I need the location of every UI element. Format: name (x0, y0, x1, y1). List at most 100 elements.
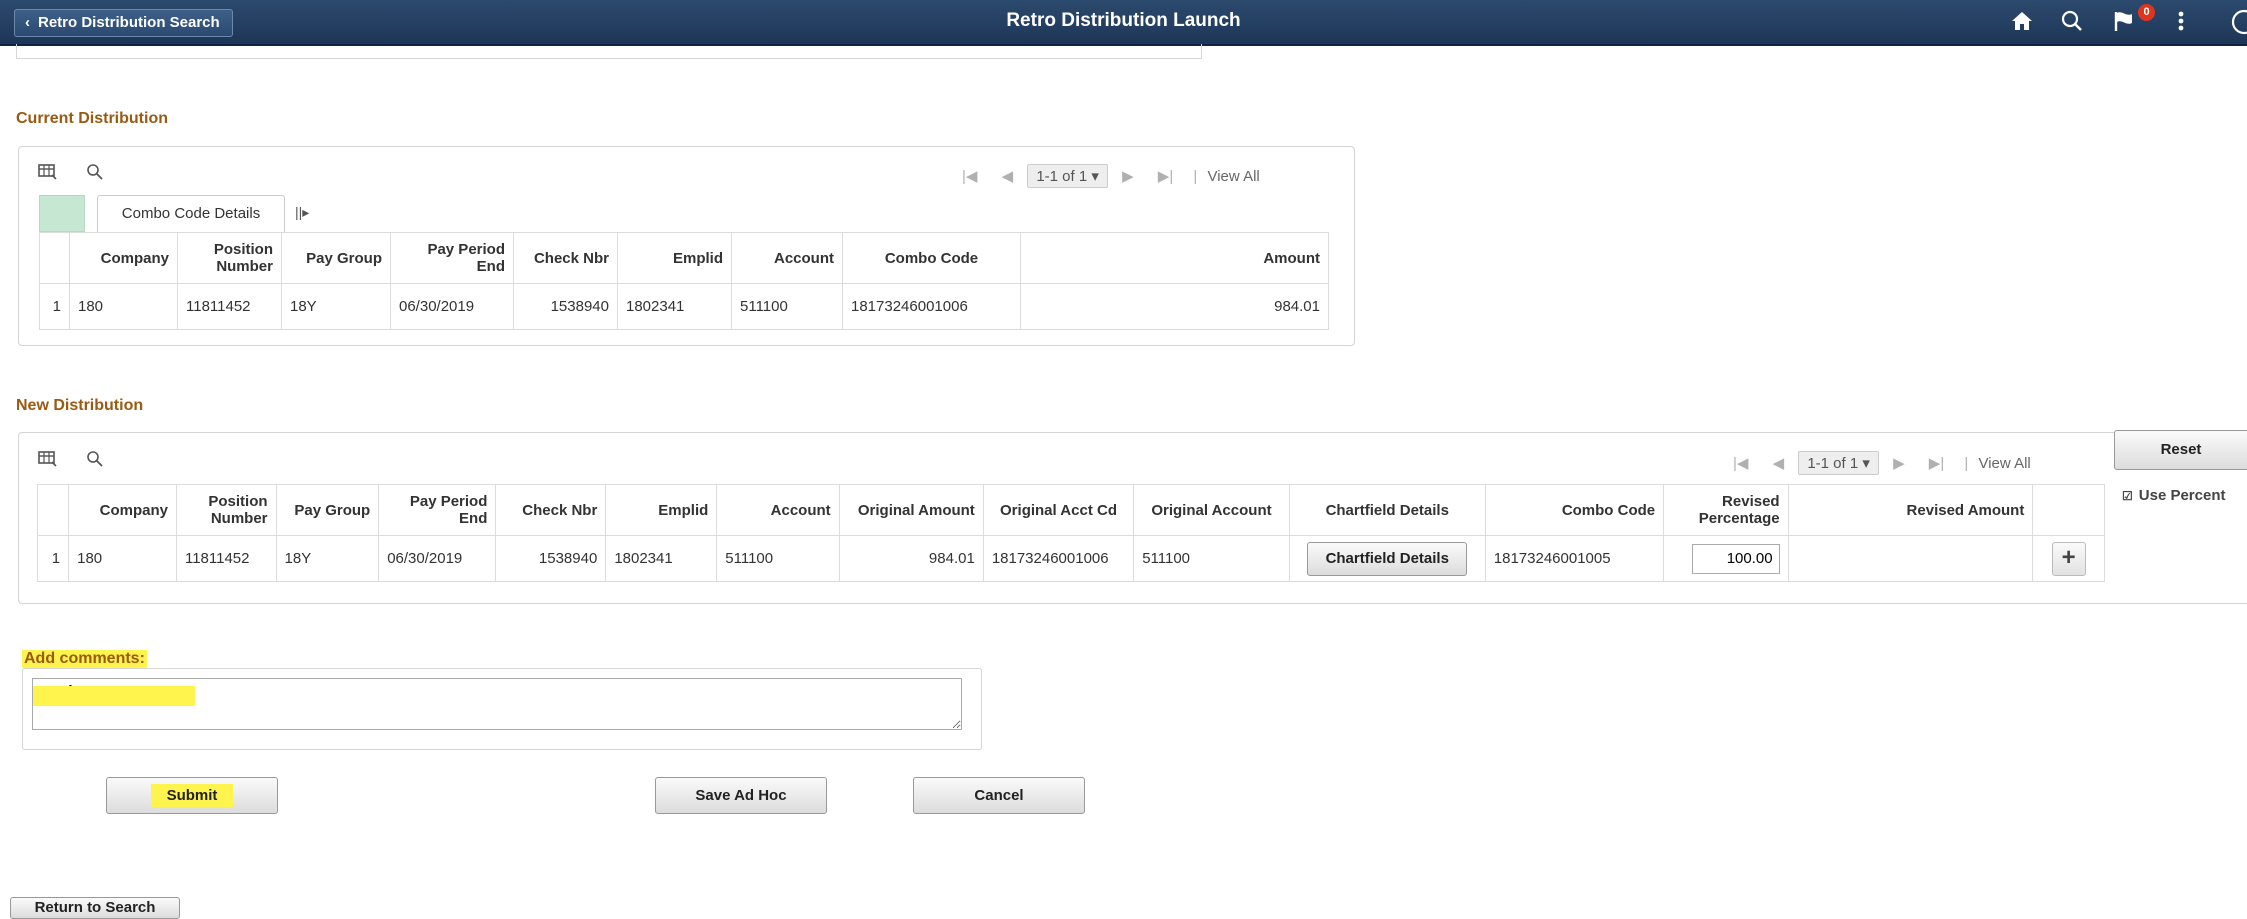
column-header[interactable]: Revised Amount (1787, 484, 2034, 536)
reset-button[interactable]: Reset (2114, 430, 2247, 470)
submit-button[interactable]: Submit (106, 777, 278, 814)
check-nbr-cell: 1538940 (513, 283, 618, 330)
chartfield-details-button[interactable]: Chartfield Details (1307, 541, 1468, 576)
current-distribution-table: Company Position Number Pay Group Pay Pe… (39, 232, 1329, 330)
company-cell: 180 (69, 283, 178, 330)
submit-button-label: Submit (150, 784, 234, 807)
column-header[interactable]: Account (731, 232, 843, 284)
pay-group-cell: 18Y (275, 535, 380, 582)
page-range-dropdown[interactable]: 1-1 of 1 ▾ (1027, 164, 1108, 188)
company-cell: 180 (68, 535, 177, 582)
comment-highlight (33, 686, 195, 706)
next-page-icon[interactable]: ▶ (1893, 455, 1905, 472)
account-cell: 511100 (731, 283, 843, 330)
notification-flag-icon[interactable] (2112, 9, 2138, 39)
navbar-icon[interactable] (2226, 9, 2247, 41)
table-row: 1 180 11811452 18Y 06/30/2019 1538940 18… (36, 535, 2105, 582)
tab-label: Combo Code Details (121, 205, 261, 222)
pay-period-end-cell: 06/30/2019 (390, 283, 514, 330)
revised-percentage-cell (1663, 535, 1789, 582)
column-header[interactable]: Original Acct Cd (982, 484, 1135, 536)
new-distribution-title: New Distribution (16, 397, 144, 414)
position-cell: 11811452 (175, 535, 277, 582)
find-grid-icon[interactable] (86, 450, 104, 473)
view-all-link[interactable]: View All (1207, 168, 1259, 185)
column-header[interactable]: Pay Group (275, 484, 380, 536)
checkbox-checked-icon[interactable]: ☑ (2122, 489, 2133, 503)
page-range-dropdown[interactable]: 1-1 of 1 ▾ (1798, 451, 1879, 475)
current-distribution-title: Current Distribution (16, 110, 168, 127)
save-ad-hoc-button[interactable]: Save Ad Hoc (655, 777, 827, 814)
amount-cell: 984.01 (1020, 283, 1329, 330)
page-title: Retro Distribution Launch (1006, 10, 1241, 31)
column-header[interactable]: Chartfield Details (1288, 484, 1486, 536)
position-cell: 11811452 (177, 283, 282, 330)
notification-count-badge: 0 (2138, 4, 2155, 21)
view-all-link[interactable]: View All (1978, 455, 2030, 472)
last-page-icon[interactable]: ▶| (1158, 168, 1173, 185)
combo-code-cell: 18173246001005 (1484, 535, 1665, 582)
column-header[interactable]: Pay Period End (390, 232, 514, 284)
emplid-cell: 1802341 (605, 535, 718, 582)
use-percent-label: Use Percent (2138, 487, 2226, 504)
cancel-button[interactable]: Cancel (913, 777, 1085, 814)
column-header[interactable]: Pay Group (281, 232, 391, 284)
column-header[interactable]: Revised Percentage (1663, 484, 1789, 536)
column-header[interactable]: Company (69, 232, 178, 284)
original-account-cell: 511100 (1133, 535, 1290, 582)
previous-page-icon[interactable]: ◀ (1002, 168, 1014, 185)
column-header[interactable]: Amount (1020, 232, 1329, 284)
use-percent-option[interactable]: ☑ Use Percent (2122, 487, 2225, 504)
column-header[interactable]: Original Amount (838, 484, 984, 536)
personalize-grid-icon[interactable] (38, 450, 58, 473)
emplid-cell: 1802341 (617, 283, 732, 330)
page-range-label: 1-1 of 1 (1036, 168, 1088, 185)
original-amount-cell: 984.01 (838, 535, 984, 582)
column-header[interactable]: Combo Code (842, 232, 1021, 284)
table-header-row: Company Position Number Pay Group Pay Pe… (39, 232, 1329, 284)
find-grid-icon[interactable] (86, 163, 104, 186)
return-to-search-button[interactable]: Return to Search (10, 897, 180, 919)
new-grid-pager: |◀ ◀ 1-1 of 1 ▾ ▶ ▶| | View All (1723, 451, 2031, 475)
column-header[interactable]: Position Number (177, 232, 282, 284)
first-page-icon[interactable]: |◀ (1733, 455, 1748, 472)
column-header[interactable]: Combo Code (1484, 484, 1665, 536)
add-comments-label: Add comments: (22, 650, 147, 668)
personalize-grid-icon[interactable] (38, 163, 58, 186)
column-header[interactable]: Check Nbr (495, 484, 607, 536)
last-page-icon[interactable]: ▶| (1929, 455, 1944, 472)
active-tab-swatch[interactable] (39, 195, 85, 232)
chartfield-details-cell: Chartfield Details (1288, 535, 1486, 582)
next-page-icon[interactable]: ▶ (1122, 168, 1134, 185)
top-banner: ‹ Retro Distribution Search Retro Distrib… (0, 0, 2247, 46)
table-header-row: Company Position Number Pay Group Pay Pe… (36, 484, 2105, 536)
column-header[interactable]: Company (68, 484, 177, 536)
row-number: 1 (36, 535, 70, 582)
column-header[interactable]: Original Account (1133, 484, 1290, 536)
column-header[interactable]: Emplid (617, 232, 732, 284)
column-header[interactable]: Emplid (605, 484, 718, 536)
search-icon[interactable] (2060, 9, 2084, 39)
check-nbr-cell: 1538940 (495, 535, 607, 582)
home-icon[interactable] (2010, 9, 2034, 39)
add-row-cell: + (2032, 535, 2105, 582)
show-all-columns-icon[interactable]: ||▸ (295, 204, 309, 221)
column-header[interactable]: Position Number (175, 484, 277, 536)
first-page-icon[interactable]: |◀ (962, 168, 977, 185)
revised-amount-cell (1787, 535, 2034, 582)
row-number: 1 (39, 283, 70, 330)
revised-percentage-input[interactable] (1691, 543, 1780, 574)
pay-period-end-cell: 06/30/2019 (378, 535, 497, 582)
tab-combo-code-details[interactable]: Combo Code Details (97, 195, 285, 232)
column-header[interactable]: Account (716, 484, 840, 536)
actions-menu-icon[interactable] (2176, 9, 2186, 39)
previous-page-icon[interactable]: ◀ (1773, 455, 1785, 472)
column-header[interactable]: Check Nbr (513, 232, 618, 284)
table-row: 1 180 11811452 18Y 06/30/2019 1538940 18… (39, 283, 1329, 330)
combo-code-cell: 18173246001006 (842, 283, 1021, 330)
column-header[interactable]: Pay Period End (378, 484, 497, 536)
pay-group-cell: 18Y (281, 283, 391, 330)
account-cell: 511100 (716, 535, 840, 582)
new-distribution-table: Company Position Number Pay Group Pay Pe… (36, 484, 2105, 582)
add-row-plus-icon[interactable]: + (2051, 541, 2086, 576)
